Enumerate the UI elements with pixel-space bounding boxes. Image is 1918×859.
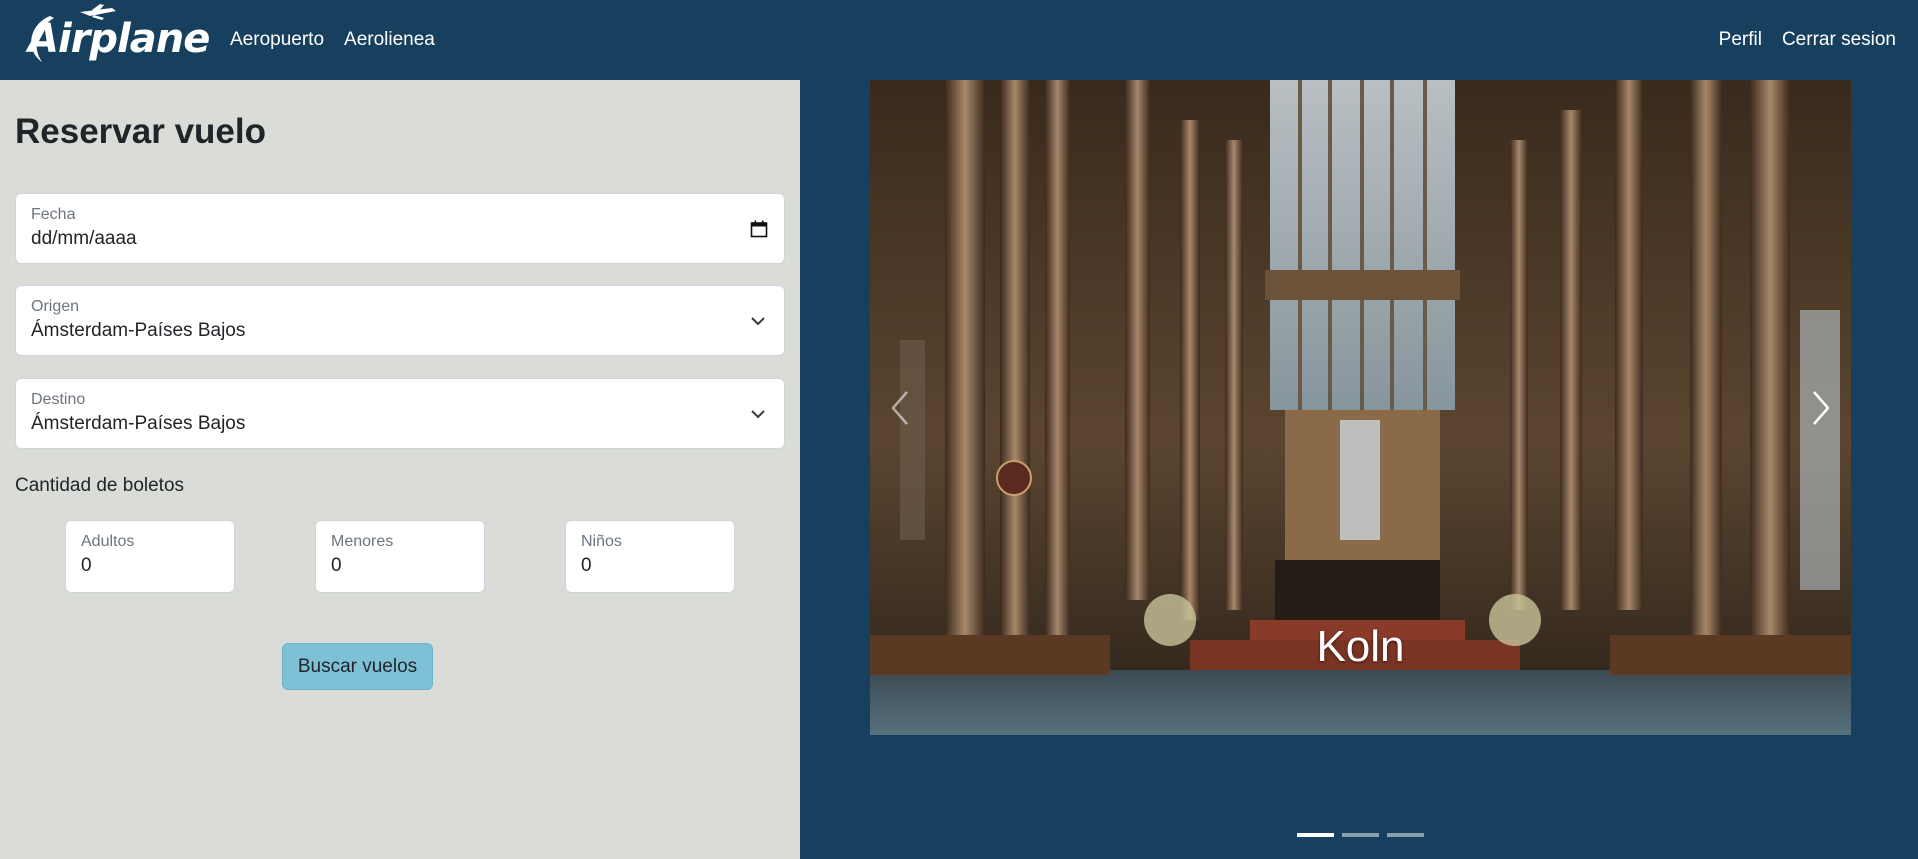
nav-link-aerolienea[interactable]: Aerolienea — [344, 29, 435, 51]
brand-name: Airplane — [28, 16, 210, 62]
nav-link-aeropuerto[interactable]: Aeropuerto — [230, 29, 324, 51]
carousel-next-button[interactable] — [1791, 80, 1851, 735]
nav-link-cerrar-sesion[interactable]: Cerrar sesion — [1782, 29, 1896, 51]
booking-panel: Reservar vuelo Fecha dd/mm/aaaa Origen Á… — [0, 80, 800, 859]
chevron-down-icon — [751, 317, 765, 326]
calendar-icon[interactable] — [750, 220, 768, 238]
fecha-field[interactable]: Fecha dd/mm/aaaa — [15, 193, 785, 264]
origen-select[interactable]: Origen Ámsterdam-Países Bajos — [15, 285, 785, 356]
fecha-input[interactable]: dd/mm/aaaa — [31, 228, 137, 250]
nav-link-perfil[interactable]: Perfil — [1719, 29, 1762, 51]
ninos-label: Niños — [581, 533, 622, 550]
page-title: Reservar vuelo — [15, 112, 266, 151]
destino-select[interactable]: Destino Ámsterdam-Países Bajos — [15, 378, 785, 449]
brand-logo[interactable]: Airplane — [20, 4, 210, 72]
chevron-down-icon — [751, 410, 765, 419]
chevron-left-icon — [891, 390, 908, 425]
fecha-label: Fecha — [31, 206, 76, 223]
menores-input[interactable]: 0 — [331, 555, 342, 577]
nav-left: Aeropuerto Aerolienea — [230, 0, 435, 80]
ninos-input[interactable]: 0 — [581, 555, 592, 577]
quantity-label: Cantidad de boletos — [15, 475, 185, 496]
adultos-input[interactable]: 0 — [81, 555, 92, 577]
chevron-right-icon — [1813, 390, 1830, 425]
nav-right: Perfil Cerrar sesion — [1719, 0, 1896, 80]
menores-field[interactable]: Menores 0 — [315, 520, 485, 593]
adultos-field[interactable]: Adultos 0 — [65, 520, 235, 593]
adultos-label: Adultos — [81, 533, 135, 550]
ninos-field[interactable]: Niños 0 — [565, 520, 735, 593]
carousel-prev-button[interactable] — [870, 80, 930, 735]
buscar-vuelos-button[interactable]: Buscar vuelos — [282, 643, 433, 690]
navbar: Airplane Aeropuerto Aerolienea Perfil Ce… — [0, 0, 1918, 80]
destination-carousel: Koln — [870, 80, 1851, 735]
carousel-indicator-1[interactable] — [1297, 833, 1334, 837]
destino-label: Destino — [31, 391, 86, 408]
carousel-indicator-2[interactable] — [1342, 833, 1379, 837]
menores-label: Menores — [331, 533, 394, 550]
origen-value[interactable]: Ámsterdam-Países Bajos — [31, 320, 245, 342]
destino-value[interactable]: Ámsterdam-Países Bajos — [31, 413, 245, 435]
origen-label: Origen — [31, 298, 80, 315]
carousel-indicator-3[interactable] — [1387, 833, 1424, 837]
slide-caption: Koln — [1316, 622, 1405, 671]
carousel-indicators — [1297, 833, 1424, 837]
